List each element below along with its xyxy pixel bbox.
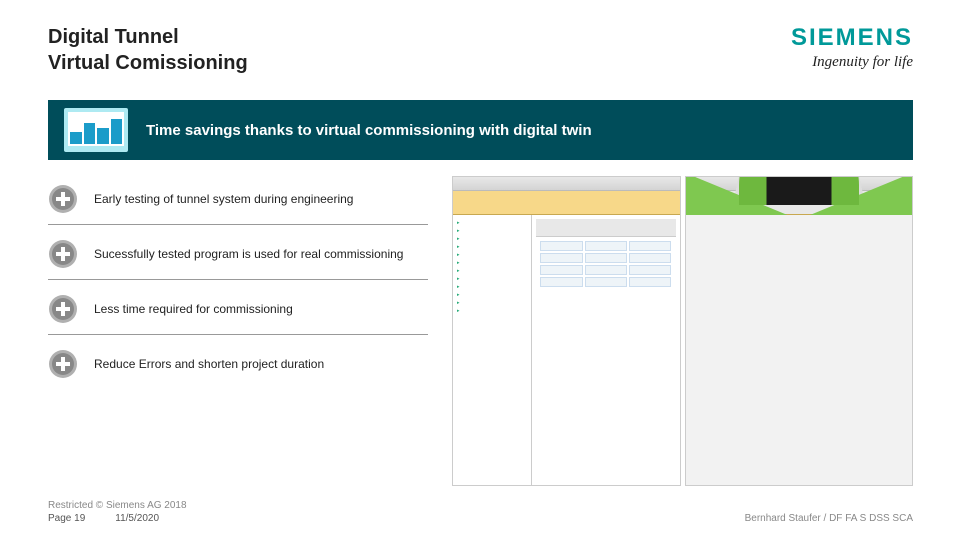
benefit-item: Sucessfully tested program is used for r… <box>48 239 428 280</box>
tunnel-3d-screenshot <box>685 176 914 486</box>
logo-tagline: Ingenuity for life <box>791 54 913 71</box>
benefit-text: Sucessfully tested program is used for r… <box>94 247 403 261</box>
ide-screenshot <box>452 176 681 486</box>
content-row: Early testing of tunnel system during en… <box>48 176 913 486</box>
plus-icon <box>48 349 78 379</box>
plus-icon <box>48 184 78 214</box>
monitor-chart-icon <box>64 108 128 152</box>
title-line-1: Digital Tunnel <box>48 24 248 50</box>
footer-restricted: Restricted © Siemens AG 2018 <box>48 500 187 511</box>
benefit-item: Early testing of tunnel system during en… <box>48 184 428 225</box>
header: Digital Tunnel Virtual Comissioning SIEM… <box>48 24 913 76</box>
footer-page: Page 19 <box>48 513 85 524</box>
benefit-text: Early testing of tunnel system during en… <box>94 192 353 206</box>
benefit-item: Less time required for commissioning <box>48 294 428 335</box>
benefit-text: Less time required for commissioning <box>94 302 293 316</box>
logo-block: SIEMENS Ingenuity for life <box>791 24 913 71</box>
plus-icon <box>48 239 78 269</box>
banner-text: Time savings thanks to virtual commissio… <box>146 122 592 139</box>
banner: Time savings thanks to virtual commissio… <box>48 100 913 160</box>
title-line-2: Virtual Comissioning <box>48 50 248 76</box>
benefit-item: Reduce Errors and shorten project durati… <box>48 349 428 389</box>
footer-author: Bernhard Staufer / DF FA S DSS SCA <box>745 513 913 524</box>
benefit-text: Reduce Errors and shorten project durati… <box>94 357 324 371</box>
title-block: Digital Tunnel Virtual Comissioning <box>48 24 248 76</box>
footer: Restricted © Siemens AG 2018 Page 19 11/… <box>48 500 913 524</box>
benefits-list: Early testing of tunnel system during en… <box>48 176 428 486</box>
slide: Digital Tunnel Virtual Comissioning SIEM… <box>0 0 961 540</box>
plus-icon <box>48 294 78 324</box>
siemens-logo: SIEMENS <box>791 24 913 52</box>
screenshots <box>452 176 913 486</box>
footer-date: 11/5/2020 <box>115 513 159 524</box>
